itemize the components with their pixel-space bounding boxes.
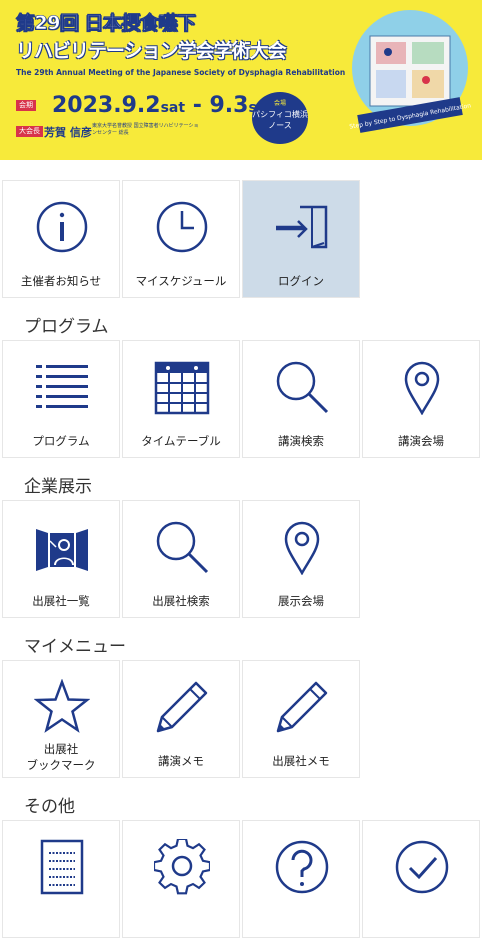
checkmark-icon: [395, 840, 449, 894]
tile-lecture-venue[interactable]: 講演会場: [362, 340, 480, 458]
calendar-icon: [154, 361, 210, 415]
gear-icon: [154, 839, 210, 895]
tile-label: 講演会場: [398, 434, 444, 448]
section-title-program: プログラム: [24, 317, 109, 337]
tile-label: プログラム: [32, 434, 90, 448]
login-icon: [276, 205, 328, 249]
tile-document[interactable]: [2, 820, 120, 938]
list-icon: [36, 365, 88, 408]
info-icon: [36, 201, 88, 253]
tile-label: タイムテーブル: [141, 434, 221, 448]
tile-exhibitor-memo[interactable]: 出展社メモ: [242, 660, 360, 778]
tile-exhibitor-list[interactable]: 出展社一覧: [2, 500, 120, 618]
tile-organizer-notices[interactable]: 主催者お知らせ: [2, 180, 120, 298]
pencil-icon: [276, 681, 328, 733]
president-tag: 大会長: [16, 126, 43, 137]
tile-label: 主催者お知らせ: [20, 274, 102, 288]
venue-badge: 会場 パシフィコ横浜ノース: [252, 92, 308, 144]
tile-program[interactable]: プログラム: [2, 340, 120, 458]
tile-exhibitor-search[interactable]: 出展社検索: [122, 500, 240, 618]
president-affiliation: 東京大学名誉教授 国立障害者リハビリテーションセンター 総長: [92, 123, 199, 136]
tile-exhibitor-bookmark[interactable]: 出展社 ブックマーク: [2, 660, 120, 778]
tile-checkmark[interactable]: [362, 820, 480, 938]
help-icon: [275, 840, 329, 894]
section-title-my-menu: マイメニュー: [24, 637, 126, 657]
banner-illustration: Step by Step to Dysphagia Rehabilitation: [349, 10, 472, 133]
conference-banner: 第29回 日本摂食嚥下 リハビリテーション学会学術大会 The 29th Ann…: [0, 0, 482, 160]
search-icon: [276, 361, 329, 414]
tile-timetable[interactable]: タイムテーブル: [122, 340, 240, 458]
tile-label: 出展社一覧: [32, 594, 90, 608]
tile-lecture-search[interactable]: 講演検索: [242, 340, 360, 458]
tile-help[interactable]: [242, 820, 360, 938]
tile-label: ログイン: [278, 274, 324, 288]
map-pin-icon: [284, 521, 320, 575]
tile-label: 講演検索: [278, 434, 324, 448]
tile-login[interactable]: ログイン: [242, 180, 360, 298]
tile-label: 出展社メモ: [272, 754, 330, 768]
tile-exhibition-venue[interactable]: 展示会場: [242, 500, 360, 618]
document-icon: [40, 839, 84, 895]
tile-label: 講演メモ: [158, 754, 204, 768]
tile-my-schedule[interactable]: マイスケジュール: [122, 180, 240, 298]
tile-label: 出展社検索: [152, 594, 210, 608]
conference-dates: 2023.9.2sat - 9.3sun: [52, 93, 277, 118]
section-title-other: その他: [24, 797, 75, 817]
map-pin-icon: [404, 361, 440, 415]
president-name: 芳賀 信彦: [44, 126, 92, 139]
tile-label: 出展社 ブックマーク: [26, 742, 96, 772]
star-icon: [34, 679, 90, 733]
search-icon: [156, 521, 209, 574]
tile-label: 展示会場: [278, 594, 324, 608]
exhibitor-booth-icon: [36, 529, 88, 571]
section-title-exhibition: 企業展示: [24, 477, 92, 497]
tile-lecture-memo[interactable]: 講演メモ: [122, 660, 240, 778]
clock-icon: [156, 201, 208, 253]
banner-title-line1: 第29回 日本摂食嚥下: [16, 12, 197, 35]
banner-title-line2: リハビリテーション学会学術大会: [16, 40, 287, 62]
pencil-icon: [156, 681, 208, 733]
tile-label: マイスケジュール: [135, 274, 227, 288]
tile-settings[interactable]: [122, 820, 240, 938]
period-tag: 会期: [16, 100, 36, 111]
banner-english-title: The 29th Annual Meeting of the Japanese …: [16, 68, 346, 77]
